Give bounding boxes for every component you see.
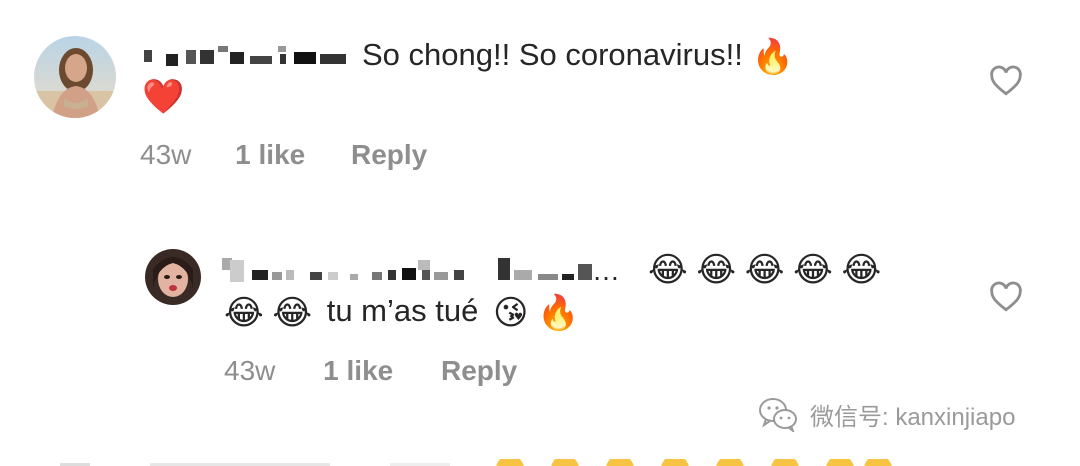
tears-of-joy-emoji: 😂 xyxy=(224,292,264,333)
username-redacted[interactable] xyxy=(142,42,352,70)
reply-button[interactable]: Reply xyxy=(441,355,517,387)
wechat-logo-icon xyxy=(759,398,797,432)
tears-of-joy-emoji: 😂 xyxy=(793,249,833,290)
comment-meta: 43w 1 like Reply xyxy=(224,355,517,387)
comment-text-line-1: So chong!! So coronavirus!! 🔥 xyxy=(362,36,794,76)
wechat-watermark: 微信号: kanxinjiapo xyxy=(758,392,1058,436)
username-ellipsis: … xyxy=(592,255,620,286)
avatar[interactable] xyxy=(34,36,116,118)
tears-of-joy-emoji: 😂 xyxy=(272,292,313,333)
comment-time: 43w xyxy=(140,139,192,170)
comment-text: tu m’as tué xyxy=(326,293,479,328)
likes-count-link[interactable]: 1 like xyxy=(235,139,305,171)
reply-button[interactable]: Reply xyxy=(351,139,427,171)
like-heart-icon[interactable] xyxy=(989,280,1023,314)
fire-emoji: 🔥 xyxy=(537,292,580,333)
tears-of-joy-emoji: 😂 xyxy=(744,249,785,290)
comment-meta: 43w 1 like Reply xyxy=(140,139,427,171)
avatar[interactable] xyxy=(145,249,201,305)
kissing-heart-emoji: 😘 xyxy=(492,292,529,333)
username-redacted[interactable] xyxy=(222,254,632,284)
comment-emojis-line-1: 😂 😂 😂 😂 😂 xyxy=(648,249,881,289)
comment-text-line-2: ❤️ xyxy=(142,76,184,116)
tears-of-joy-emoji: 😂 xyxy=(696,249,737,290)
red-heart-emoji: ❤️ xyxy=(142,76,185,117)
comment-text-line-2: 😂 😂 tu m’as tué 😘 🔥 xyxy=(224,292,579,332)
next-comment-peek xyxy=(0,456,1080,466)
likes-count-link[interactable]: 1 like xyxy=(323,355,393,387)
tears-of-joy-emoji: 😂 xyxy=(841,249,882,290)
fire-emoji: 🔥 xyxy=(751,36,794,77)
watermark-text: 微信号: kanxinjiapo xyxy=(810,403,1016,431)
comment-time: 43w xyxy=(224,355,276,386)
tears-of-joy-emoji: 😂 xyxy=(648,249,688,290)
like-heart-icon[interactable] xyxy=(989,64,1023,98)
comment-text: So chong!! So coronavirus!! xyxy=(362,37,743,72)
